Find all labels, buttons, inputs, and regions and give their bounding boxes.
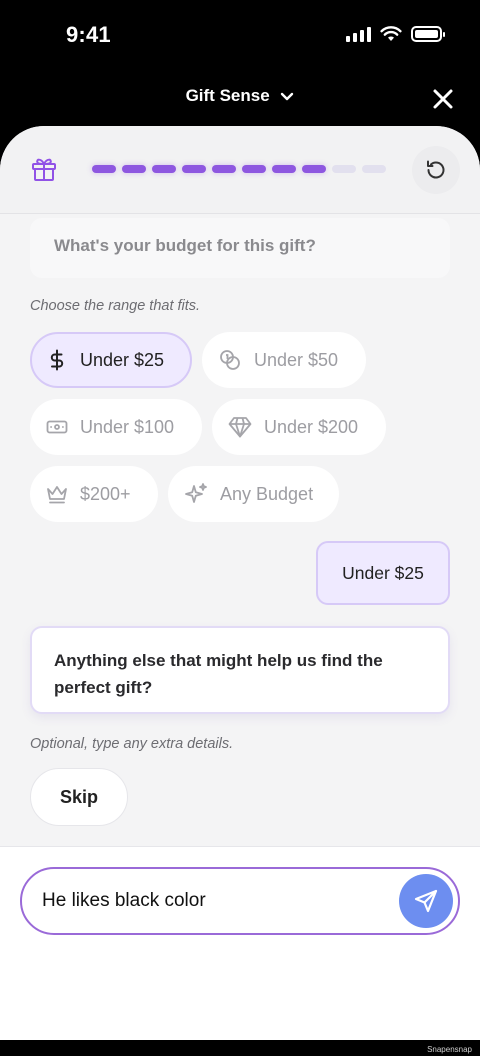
- nav-title-dropdown[interactable]: Gift Sense: [0, 86, 480, 106]
- budget-option-under-200[interactable]: Under $200: [212, 399, 386, 455]
- sheet-header: [0, 126, 480, 214]
- followup-question: Anything else that might help us find th…: [30, 626, 450, 714]
- budget-hint: Choose the range that fits.: [30, 298, 201, 314]
- budget-option-label: $200+: [80, 483, 131, 504]
- budget-option-label: Under $100: [80, 416, 175, 437]
- budget-question: What's your budget for this gift?: [30, 218, 450, 278]
- budget-option-any-budget[interactable]: Any Budget: [168, 466, 339, 522]
- watermark: Snapensnap: [427, 1045, 472, 1054]
- followup-hint: Optional, type any extra details.: [30, 736, 234, 752]
- progress-step: [302, 165, 326, 173]
- send-button[interactable]: [399, 874, 453, 928]
- progress-step: [182, 165, 206, 173]
- crown-icon: [47, 486, 67, 504]
- chevron-down-icon: [281, 92, 294, 100]
- budget-option-200-plus[interactable]: $200+: [30, 466, 158, 522]
- user-reply-bubble: Under $25: [316, 541, 450, 605]
- budget-option-under-50[interactable]: Under $50: [202, 332, 366, 388]
- status-icons: [346, 26, 445, 42]
- banknote-icon: [46, 420, 68, 434]
- progress-step: [212, 165, 236, 173]
- battery-icon: [411, 26, 445, 42]
- message-composer: [20, 867, 460, 935]
- cellular-signal-icon: [346, 26, 371, 42]
- budget-option-under-100[interactable]: Under $100: [30, 399, 202, 455]
- coins-icon: [220, 350, 240, 370]
- progress-steps: [92, 165, 386, 173]
- dollar-icon: [50, 349, 64, 371]
- restart-button[interactable]: [412, 146, 460, 194]
- progress-step: [362, 165, 386, 173]
- progress-step: [332, 165, 356, 173]
- progress-step: [152, 165, 176, 173]
- progress-step: [92, 165, 116, 173]
- status-bar: 9:41: [0, 0, 480, 72]
- progress-step: [242, 165, 266, 173]
- budget-option-label: Under $25: [80, 349, 165, 370]
- wifi-icon: [380, 26, 402, 41]
- send-icon: [414, 889, 438, 913]
- restart-icon: [427, 160, 445, 179]
- skip-button[interactable]: Skip: [30, 768, 128, 826]
- gift-icon: [32, 158, 56, 181]
- budget-option-label: Any Budget: [220, 483, 314, 504]
- close-icon[interactable]: [432, 88, 454, 110]
- gem-icon: [228, 417, 252, 438]
- sparkles-icon: [185, 483, 207, 503]
- budget-option-label: Under $50: [254, 349, 339, 370]
- message-input[interactable]: [42, 869, 382, 932]
- budget-option-label: Under $200: [264, 416, 359, 437]
- status-time: 9:41: [66, 22, 111, 47]
- progress-step: [272, 165, 296, 173]
- progress-step: [122, 165, 146, 173]
- chat-sheet: What's your budget for this gift? Choose…: [0, 126, 480, 1040]
- app-title: Gift Sense: [185, 86, 270, 105]
- budget-option-under-25[interactable]: Under $25: [30, 332, 192, 388]
- composer-area: [0, 846, 480, 1040]
